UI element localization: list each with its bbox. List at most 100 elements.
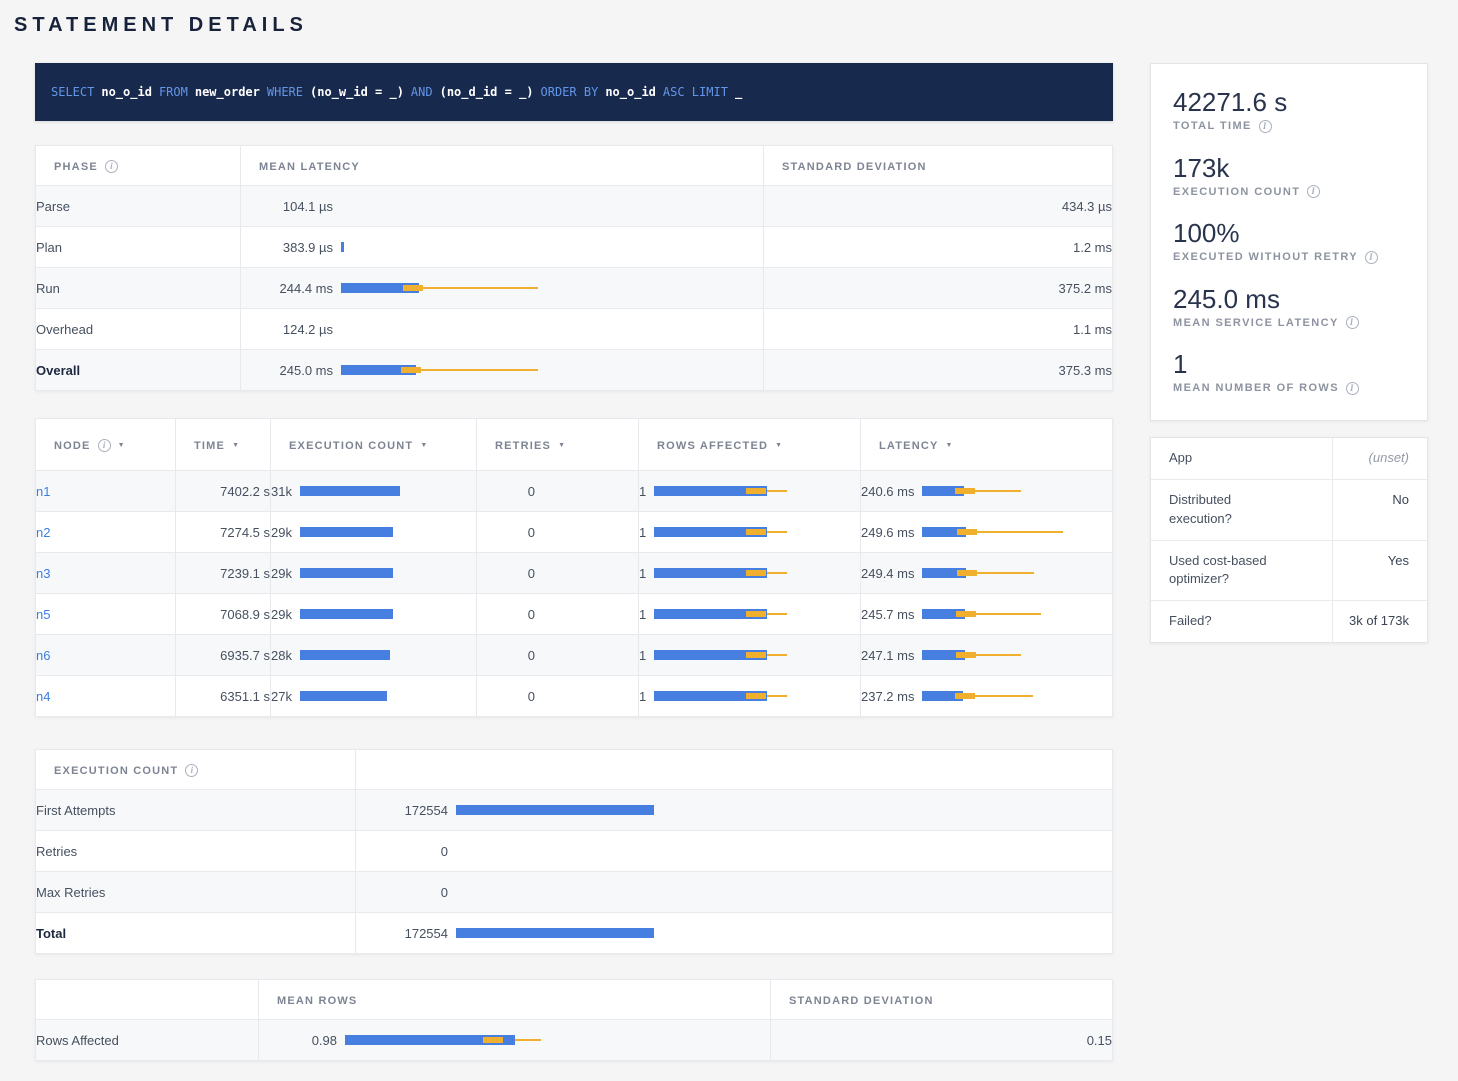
- execution-count-value: 29k: [271, 525, 292, 540]
- info-icon[interactable]: [1346, 382, 1359, 395]
- execution-count-value: 28k: [271, 648, 292, 663]
- rows-affected-table: MEAN ROWS STANDARD DEVIATION Rows Affect…: [35, 979, 1113, 1061]
- node-link[interactable]: n1: [36, 484, 50, 499]
- sql-token: (no_d_id = _): [440, 85, 534, 99]
- info-icon[interactable]: [1259, 120, 1272, 133]
- execution-count-bar: [300, 689, 532, 703]
- detail-row-app: App (unset): [1151, 438, 1427, 479]
- table-row: n6 6935.7 s 28k 0 1 247.1 ms: [36, 635, 1113, 676]
- total-time-value: 42271.6 s: [1173, 88, 1407, 117]
- node-link[interactable]: n4: [36, 689, 50, 704]
- distributed-execution-label: Distributed execution?: [1151, 480, 1333, 540]
- rows-affected-bar: [654, 607, 886, 621]
- info-icon[interactable]: [1365, 251, 1378, 264]
- table-row: Max Retries 0: [36, 872, 1113, 913]
- info-icon[interactable]: [185, 764, 198, 777]
- execution-count-table-header-spacer: [356, 750, 1113, 790]
- sort-desc-icon: [118, 442, 125, 449]
- retries-column-header[interactable]: RETRIES: [477, 419, 639, 471]
- latency-header-label: LATENCY: [879, 440, 939, 452]
- summary-panel: 42271.6 s TOTAL TIME 173k EXECUTION COUN…: [1150, 63, 1428, 421]
- executed-without-retry-value: 100%: [1173, 219, 1407, 248]
- rows-affected-header-label: ROWS AFFECTED: [657, 440, 768, 452]
- sort-desc-icon: [232, 442, 239, 449]
- table-row: Plan 383.9 µs 1.2 ms: [36, 227, 1113, 268]
- summary-item: 1 MEAN NUMBER OF ROWS: [1173, 350, 1407, 395]
- standard-deviation-column-header: STANDARD DEVIATION: [771, 980, 1113, 1020]
- sidebar: 42271.6 s TOTAL TIME 173k EXECUTION COUN…: [1150, 63, 1428, 1061]
- phase-column-header[interactable]: PHASE: [36, 146, 241, 186]
- stddev-value: 375.3 ms: [764, 350, 1113, 391]
- info-icon[interactable]: [105, 160, 118, 173]
- latency-bar: [922, 648, 1154, 662]
- table-row: Rows Affected 0.98 0.15: [36, 1020, 1113, 1061]
- mean-rows-header-label: MEAN ROWS: [277, 995, 357, 1007]
- execution-count-bar: [456, 803, 688, 817]
- node-link[interactable]: n5: [36, 607, 50, 622]
- execution-row-label: Total: [36, 913, 356, 954]
- latency-bar: [922, 607, 1154, 621]
- time-header-label: TIME: [194, 440, 225, 452]
- sql-query-bar: SELECT no_o_id FROM new_order WHERE (no_…: [35, 63, 1113, 121]
- info-icon[interactable]: [1346, 316, 1359, 329]
- sql-token: no_o_id: [605, 85, 656, 99]
- table-row: n4 6351.1 s 27k 0 1 237.2 ms: [36, 676, 1113, 717]
- main-column: SELECT no_o_id FROM new_order WHERE (no_…: [35, 63, 1113, 1061]
- node-link[interactable]: n3: [36, 566, 50, 581]
- mean-latency-value: 244.4 ms: [241, 281, 333, 296]
- rows-affected-value: 1: [639, 484, 646, 499]
- detail-row-failed: Failed? 3k of 173k: [1151, 600, 1427, 642]
- stddev-value: 375.2 ms: [764, 268, 1113, 309]
- table-row: n5 7068.9 s 29k 0 1 245.7 ms: [36, 594, 1113, 635]
- latency-column-header[interactable]: LATENCY: [861, 419, 1113, 471]
- failed-label: Failed?: [1151, 601, 1333, 642]
- mean-latency-bar: [341, 240, 573, 254]
- sql-token: ORDER BY: [541, 85, 599, 99]
- retries-header-label: RETRIES: [495, 440, 551, 452]
- mean-service-latency-value: 245.0 ms: [1173, 285, 1407, 314]
- mean-latency-value: 383.9 µs: [241, 240, 333, 255]
- time-column-header[interactable]: TIME: [176, 419, 271, 471]
- execution-row-value: 172554: [356, 803, 448, 818]
- detail-row-cost-based-optimizer: Used cost-based optimizer? Yes: [1151, 540, 1427, 601]
- latency-bar: [922, 484, 1154, 498]
- execution-count-header-label: EXECUTION COUNT: [289, 440, 413, 452]
- node-header-label: NODE: [54, 440, 91, 452]
- execution-count-value: 29k: [271, 607, 292, 622]
- time-value: 7402.2 s: [176, 471, 271, 512]
- execution-count-bar: [300, 566, 532, 580]
- table-row: Retries 0: [36, 831, 1113, 872]
- distributed-execution-value: No: [1333, 480, 1427, 540]
- sort-desc-icon: [946, 442, 953, 449]
- info-icon[interactable]: [1307, 185, 1320, 198]
- execution-count-bar: [456, 926, 688, 940]
- table-row: n2 7274.5 s 29k 0 1 249.6 ms: [36, 512, 1113, 553]
- stddev-value: 1.2 ms: [764, 227, 1113, 268]
- node-link[interactable]: n2: [36, 525, 50, 540]
- sql-token: (no_w_id = _): [310, 85, 404, 99]
- table-row: First Attempts 172554: [36, 790, 1113, 831]
- mean-latency-column-header: MEAN LATENCY: [241, 146, 764, 186]
- node-link[interactable]: n6: [36, 648, 50, 663]
- phase-name: Parse: [36, 186, 241, 227]
- execution-count-column-header[interactable]: EXECUTION COUNT: [271, 419, 477, 471]
- summary-item: 173k EXECUTION COUNT: [1173, 154, 1407, 199]
- standard-deviation-header-label: STANDARD DEVIATION: [782, 161, 927, 173]
- node-column-header[interactable]: NODE: [36, 419, 176, 471]
- mean-latency-value: 104.1 µs: [241, 199, 333, 214]
- app-value: (unset): [1333, 438, 1427, 479]
- execution-count-label: EXECUTION COUNT: [1173, 186, 1300, 198]
- rows-affected-value: 1: [639, 607, 646, 622]
- execution-count-table-header: EXECUTION COUNT: [36, 750, 356, 790]
- phase-table-header-row: PHASE MEAN LATENCY STANDARD DEVIATION: [36, 146, 1113, 186]
- summary-item: 100% EXECUTED WITHOUT RETRY: [1173, 219, 1407, 264]
- mean-rows-column-header: MEAN ROWS: [259, 980, 771, 1020]
- execution-count-value: 29k: [271, 566, 292, 581]
- sort-desc-icon: [558, 442, 565, 449]
- info-icon[interactable]: [98, 439, 111, 452]
- time-value: 7068.9 s: [176, 594, 271, 635]
- execution-count-table: EXECUTION COUNT First Attempts 172554 Re…: [35, 749, 1113, 954]
- phase-table: PHASE MEAN LATENCY STANDARD DEVIATION Pa…: [35, 145, 1113, 391]
- rows-affected-column-header[interactable]: ROWS AFFECTED: [639, 419, 861, 471]
- cost-based-optimizer-label: Used cost-based optimizer?: [1151, 541, 1333, 601]
